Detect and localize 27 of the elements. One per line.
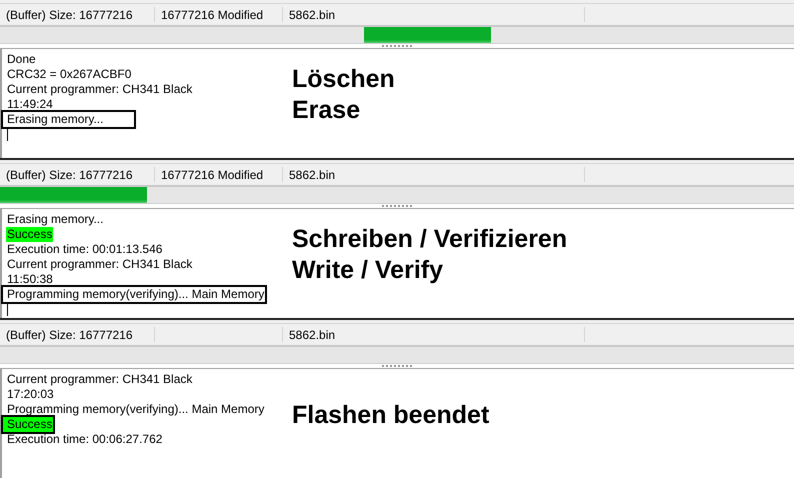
log-line: Current programmer: CH341 Black (6, 372, 194, 387)
log-line: Done (6, 52, 37, 67)
annotation-caption: Schreiben / Verifizieren (292, 224, 568, 255)
annotation-caption: Flashen beendet (292, 400, 490, 430)
log-line: Current programmer: CH341 Black (6, 82, 194, 97)
log-line: 11:50:38 (6, 272, 54, 287)
status-cell: (Buffer) Size: 16777216 (0, 7, 155, 22)
log-line: 11:49:24 (6, 97, 54, 112)
log-line: Execution time: 00:06:27.762 (6, 432, 164, 447)
status-cell: 5862.bin (283, 7, 585, 22)
status-cell: 5862.bin (283, 167, 585, 182)
log-line: Erasing memory... (3, 112, 134, 127)
log-line: 17:20:03 (6, 387, 55, 402)
status-cell: 16777216 Modified (155, 167, 283, 182)
status-cell: 5862.bin (283, 327, 585, 342)
log-line: CRC32 = 0x267ACBF0 (6, 67, 132, 82)
log-line: Programming memory(verifying)... Main Memory (6, 402, 266, 417)
annotation-caption: Löschen (292, 64, 395, 95)
annotation-caption: Erase (292, 95, 362, 126)
annotation-caption: Write / Verify (292, 255, 444, 286)
status-cell: 16777216 Modified (155, 7, 283, 22)
log-line: Current programmer: CH341 Black (6, 257, 194, 272)
log-line: Erasing memory... (6, 212, 104, 227)
status-cell: (Buffer) Size: 16777216 (0, 167, 155, 182)
status-cell: (Buffer) Size: 16777216 (0, 327, 155, 342)
log-line: Programming memory(verifying)... Main Memory (3, 287, 266, 302)
log-line: Execution time: 00:01:13.546 (6, 242, 164, 257)
